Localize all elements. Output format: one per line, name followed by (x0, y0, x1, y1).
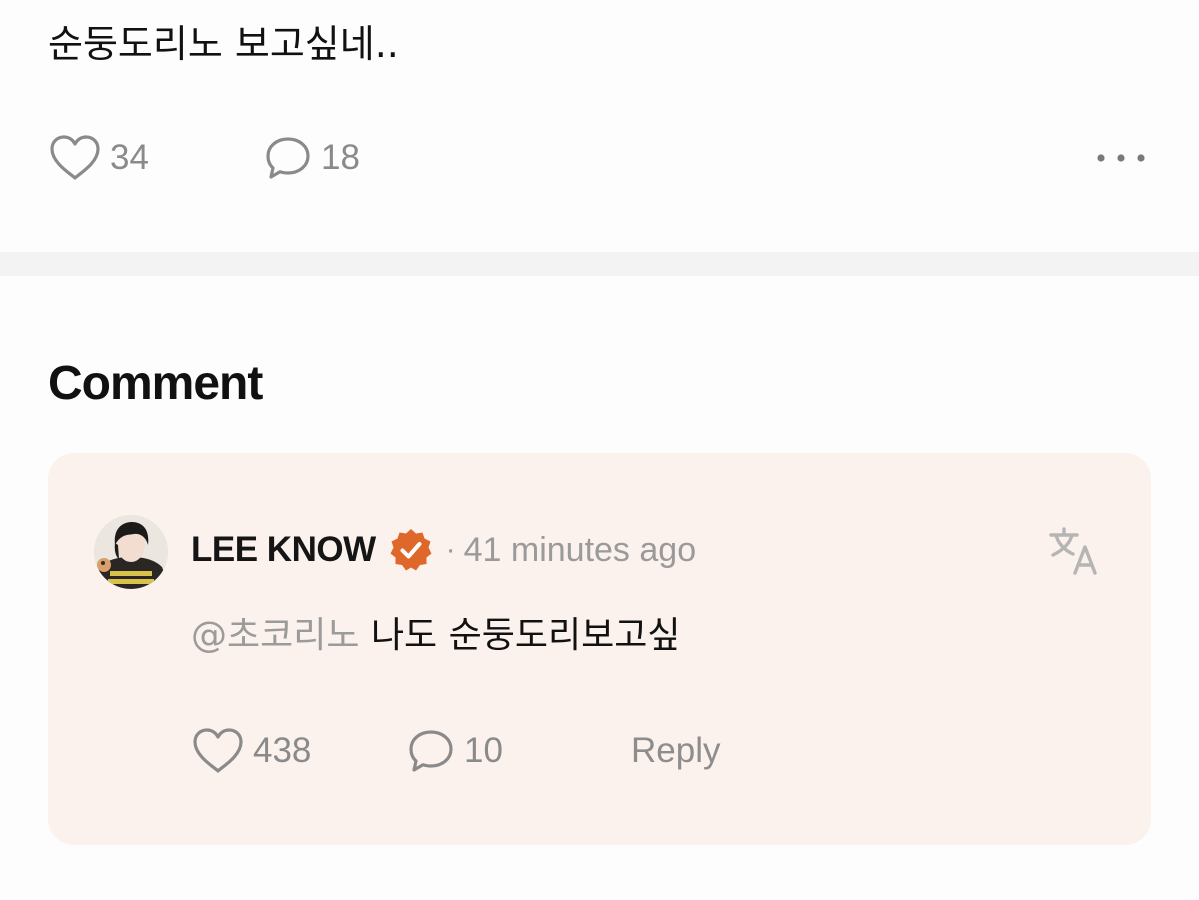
heart-outline-icon (191, 726, 245, 776)
speech-bubble-icon (263, 133, 313, 183)
comments-section-title: Comment (48, 357, 263, 410)
speech-bubble-icon (406, 726, 456, 776)
post-comment-button[interactable]: 18 (263, 130, 360, 186)
meta-separator: · (445, 533, 456, 566)
author-name[interactable]: LEE KNOW (191, 530, 376, 570)
post-like-count: 34 (110, 138, 149, 177)
post-text: 순둥도리노 보고싶네.. (48, 22, 399, 66)
post-actions: 34 18 (48, 130, 1151, 186)
comment-actions: 438 10 Reply (191, 723, 791, 779)
more-options-button[interactable] (1091, 130, 1151, 186)
section-divider (0, 252, 1199, 276)
mention-link[interactable]: @초코리노 (191, 615, 359, 656)
translate-icon (1047, 523, 1101, 577)
post-like-button[interactable]: 34 (48, 130, 149, 186)
reply-button[interactable]: Reply (631, 723, 720, 779)
comment-reply-count-button[interactable]: 10 (406, 723, 503, 779)
heart-outline-icon (48, 133, 102, 183)
post-comment-count: 18 (321, 138, 360, 177)
comment-like-button[interactable]: 438 (191, 723, 311, 779)
more-horizontal-icon (1095, 152, 1147, 164)
comment-timestamp: 41 minutes ago (463, 530, 697, 569)
comment-reply-count: 10 (464, 731, 503, 770)
comment-body: @초코리노 나도 순둥도리보고싶 (191, 611, 680, 661)
verified-badge-icon (388, 527, 434, 573)
comment-card: LEE KNOW · 41 minutes ago @초코리노 나도 순둥도리보… (48, 453, 1151, 845)
translate-button[interactable] (1047, 523, 1101, 577)
comment-header: LEE KNOW · 41 minutes ago (191, 525, 696, 575)
comment-text: 나도 순둥도리보고싶 (370, 615, 681, 656)
comment-like-count: 438 (253, 731, 312, 770)
avatar[interactable] (94, 515, 168, 589)
